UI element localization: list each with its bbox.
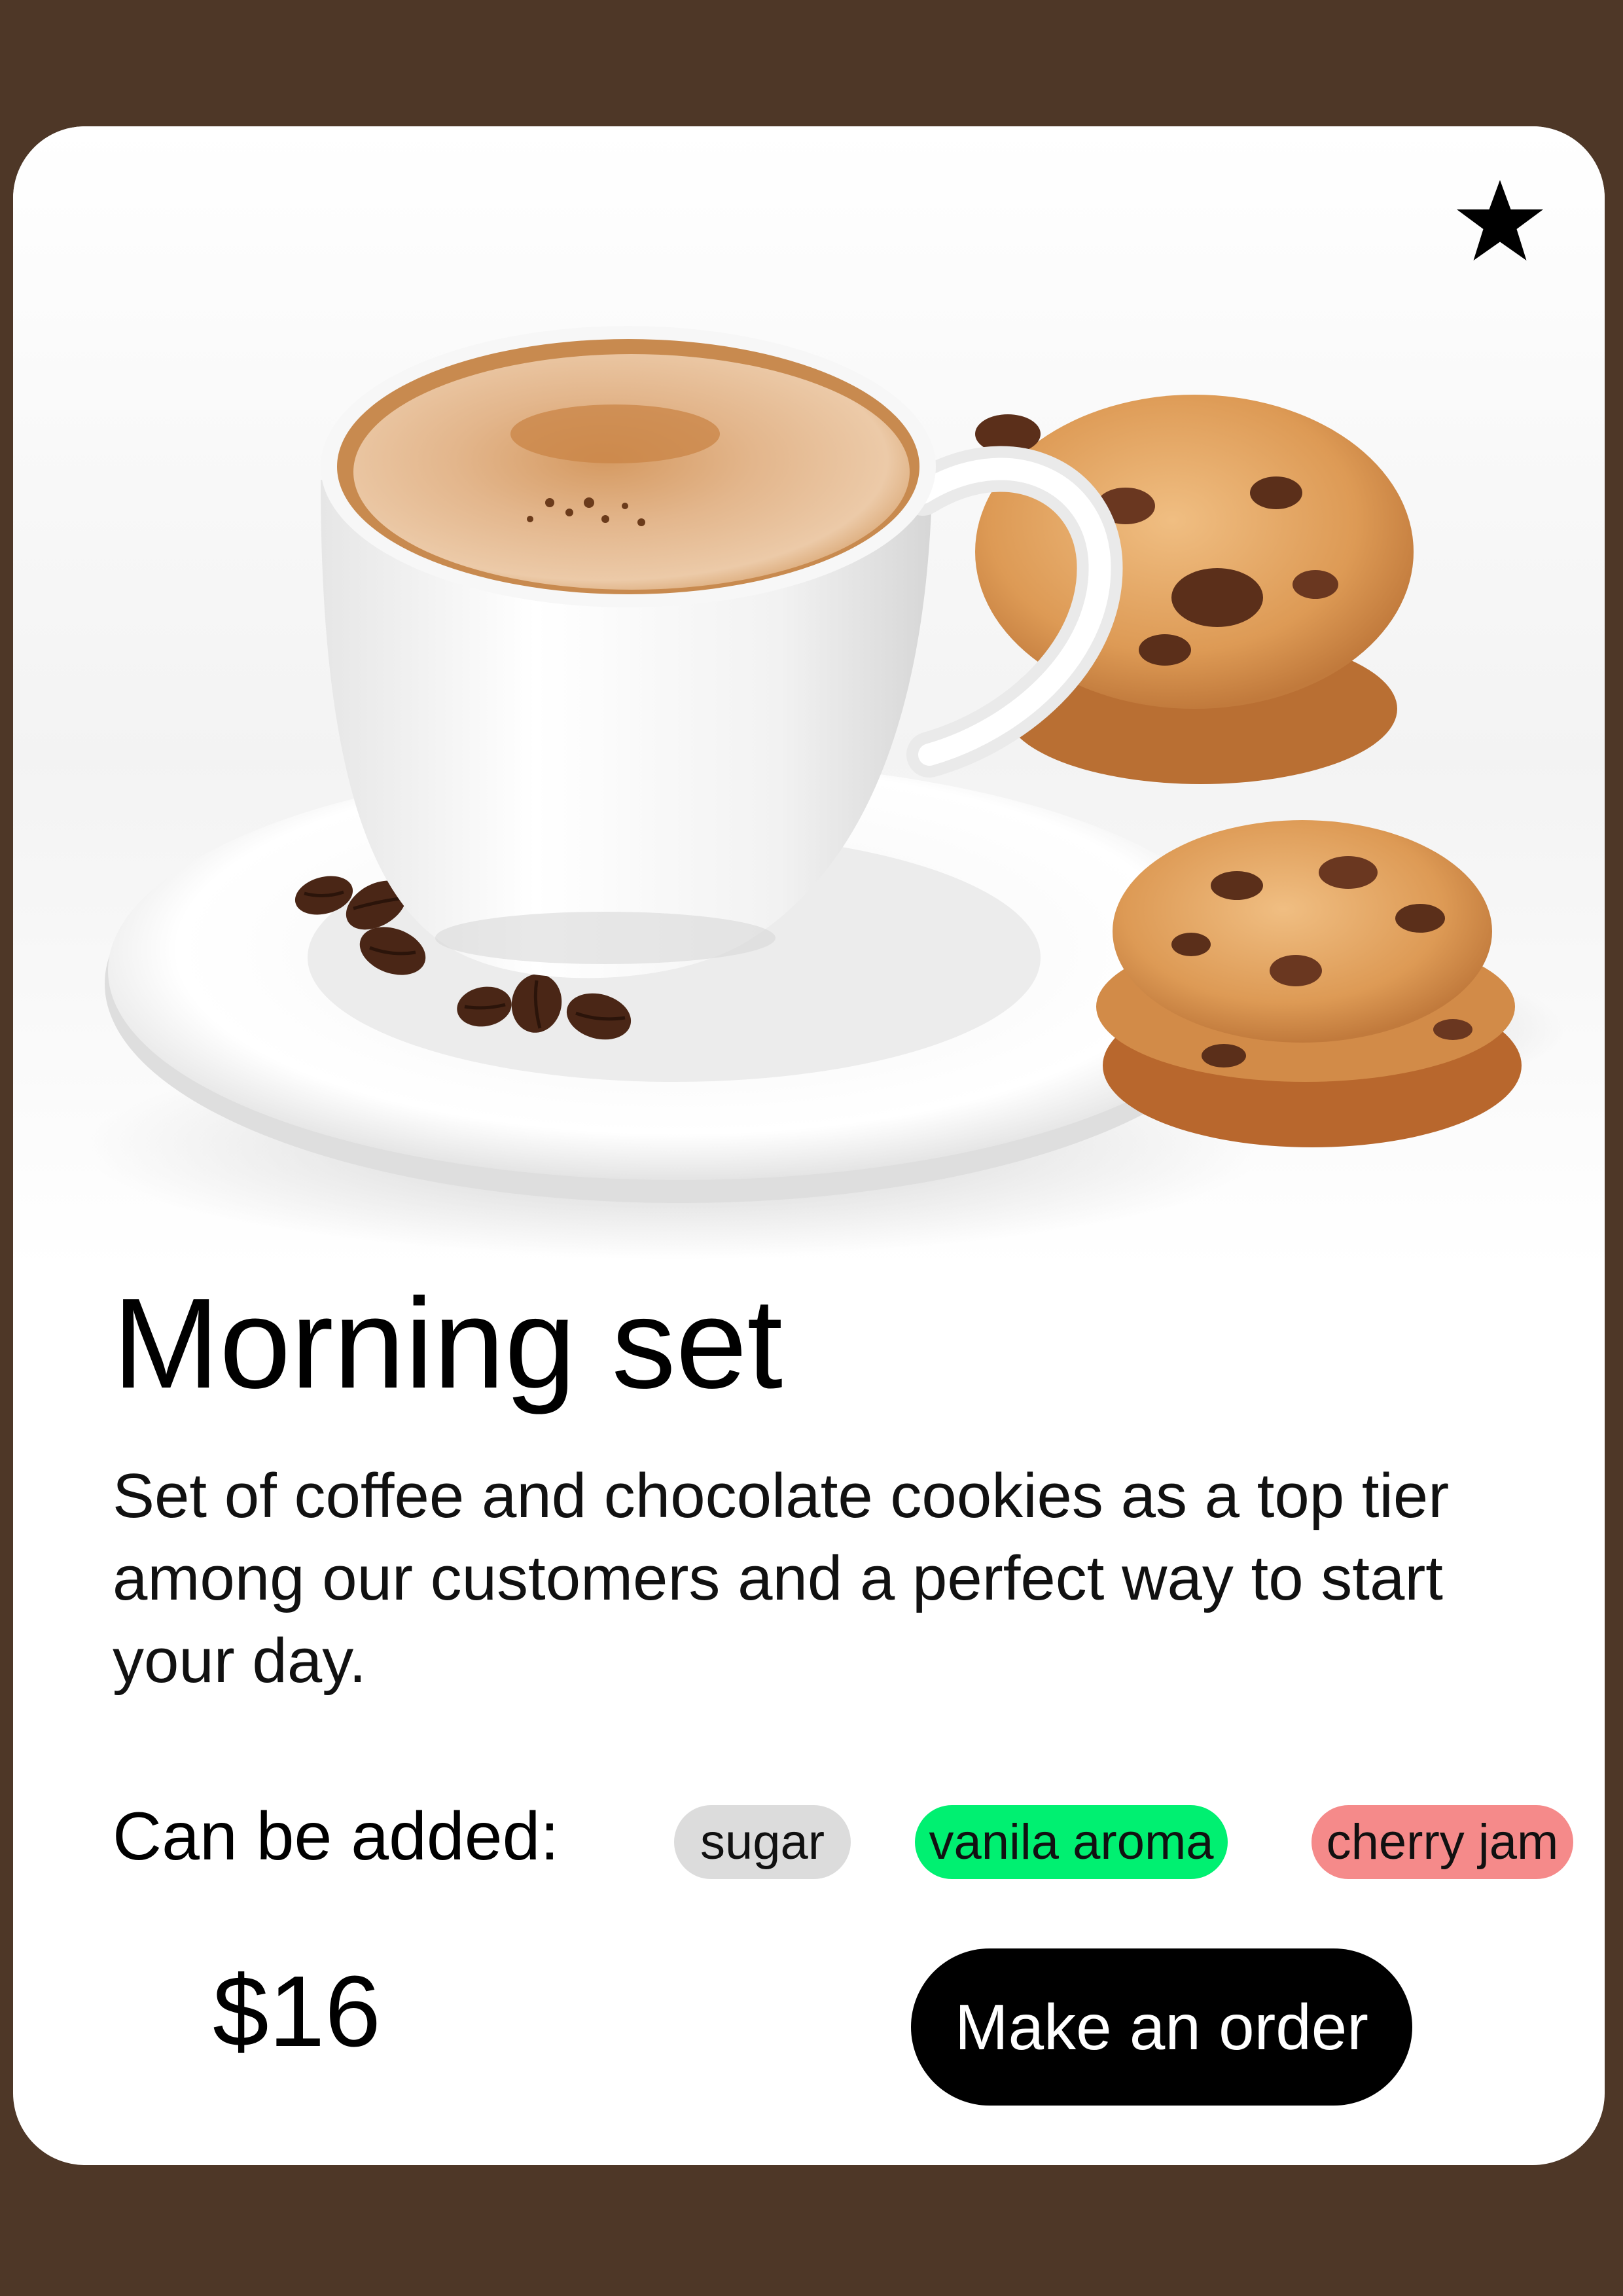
product-image (13, 126, 1605, 1270)
product-description: Set of coffee and chocolate cookies as a… (113, 1461, 1450, 1696)
addon-chip-cherry-jam[interactable]: cherry jam (1311, 1805, 1573, 1879)
addon-chip-sugar[interactable]: sugar (674, 1805, 851, 1879)
star-icon[interactable] (1451, 172, 1549, 270)
addon-chip-vanila-aroma[interactable]: vanila aroma (915, 1805, 1228, 1879)
product-title: Morning set (113, 1272, 783, 1415)
product-card: Morning set Set of coffee and chocolate … (13, 126, 1605, 2165)
price: $16 (213, 1955, 381, 2068)
addons-label: Can be added: (113, 1799, 560, 1874)
make-order-button[interactable]: Make an order (911, 1948, 1412, 2106)
addons-row: Can be added: sugar vanila aroma cherry … (113, 1769, 1578, 1900)
